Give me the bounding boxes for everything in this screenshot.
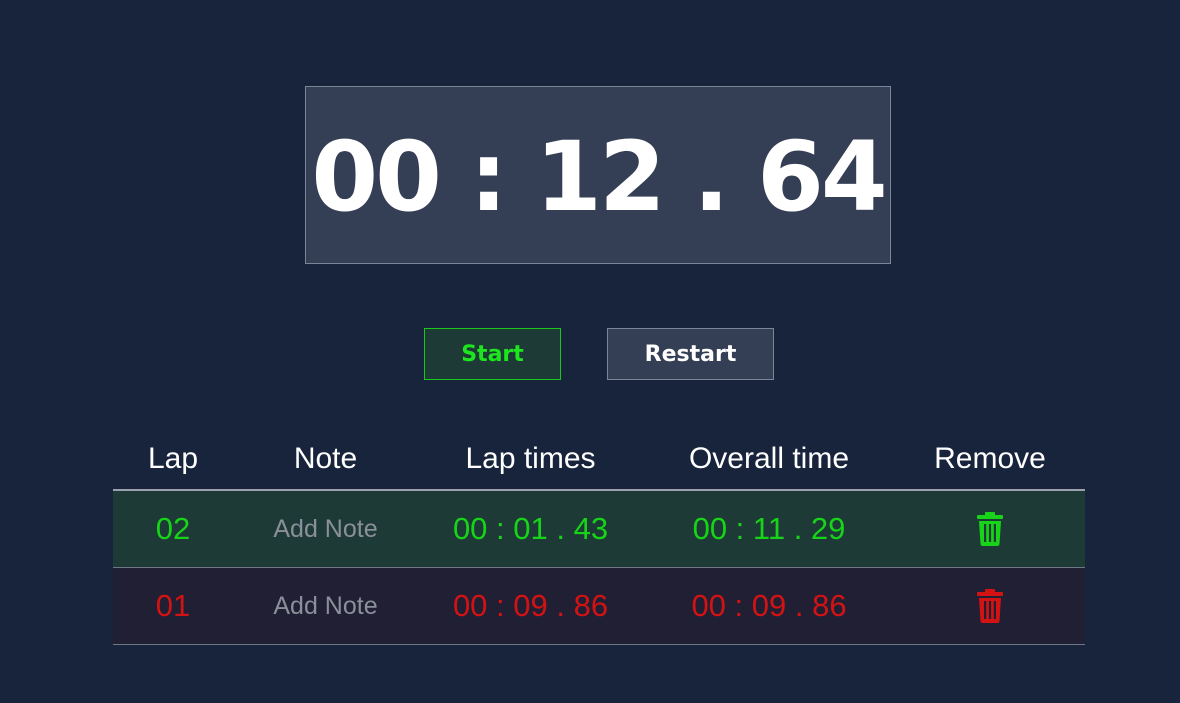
lap-number: 02 <box>155 511 191 546</box>
overall-time: 00 : 11 . 29 <box>692 511 846 546</box>
remove-lap-button[interactable] <box>895 589 1085 623</box>
add-note-input[interactable]: Add Note <box>233 592 418 621</box>
add-note-input[interactable]: Add Note <box>233 515 418 544</box>
restart-button[interactable]: Restart <box>607 328 774 380</box>
table-row: 02 Add Note 00 : 01 . 43 00 : 11 . 29 <box>113 491 1085 568</box>
laps-table-header: Lap Note Lap times Overall time Remove <box>113 425 1085 491</box>
header-remove: Remove <box>934 442 1046 475</box>
table-row: 01 Add Note 00 : 09 . 86 00 : 09 . 86 <box>113 568 1085 645</box>
header-note: Note <box>293 442 358 475</box>
timer-display: 00 : 12 . 64 <box>305 86 891 264</box>
lap-number: 01 <box>155 588 191 623</box>
header-lap: Lap <box>147 442 199 475</box>
overall-time: 00 : 09 . 86 <box>691 588 847 623</box>
header-lap-times: Lap times <box>465 442 596 475</box>
timer-value: 00 : 12 . 64 <box>311 121 887 233</box>
trash-icon[interactable] <box>976 589 1004 623</box>
lap-time: 00 : 09 . 86 <box>452 588 609 623</box>
remove-lap-button[interactable] <box>895 512 1085 546</box>
trash-icon[interactable] <box>976 512 1004 546</box>
header-overall-time: Overall time <box>688 442 850 475</box>
start-button[interactable]: Start <box>424 328 561 380</box>
laps-table: Lap Note Lap times Overall time Remove 0… <box>113 425 1085 645</box>
lap-time: 00 : 01 . 43 <box>452 511 609 546</box>
